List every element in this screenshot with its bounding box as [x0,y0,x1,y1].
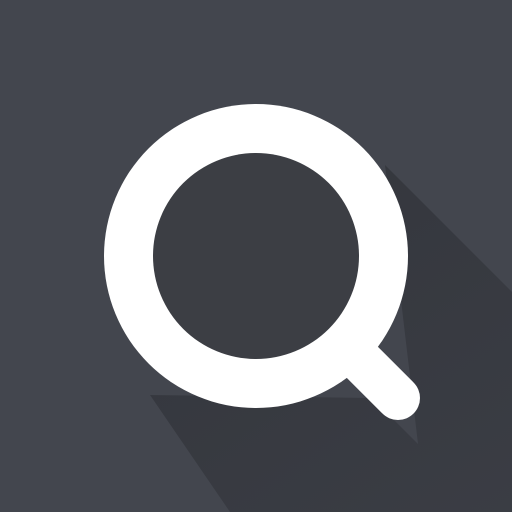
search-app-icon[interactable] [0,0,512,512]
magnifier-handle [336,336,420,420]
search-icon [0,0,512,512]
magnifier-lens [153,153,359,359]
